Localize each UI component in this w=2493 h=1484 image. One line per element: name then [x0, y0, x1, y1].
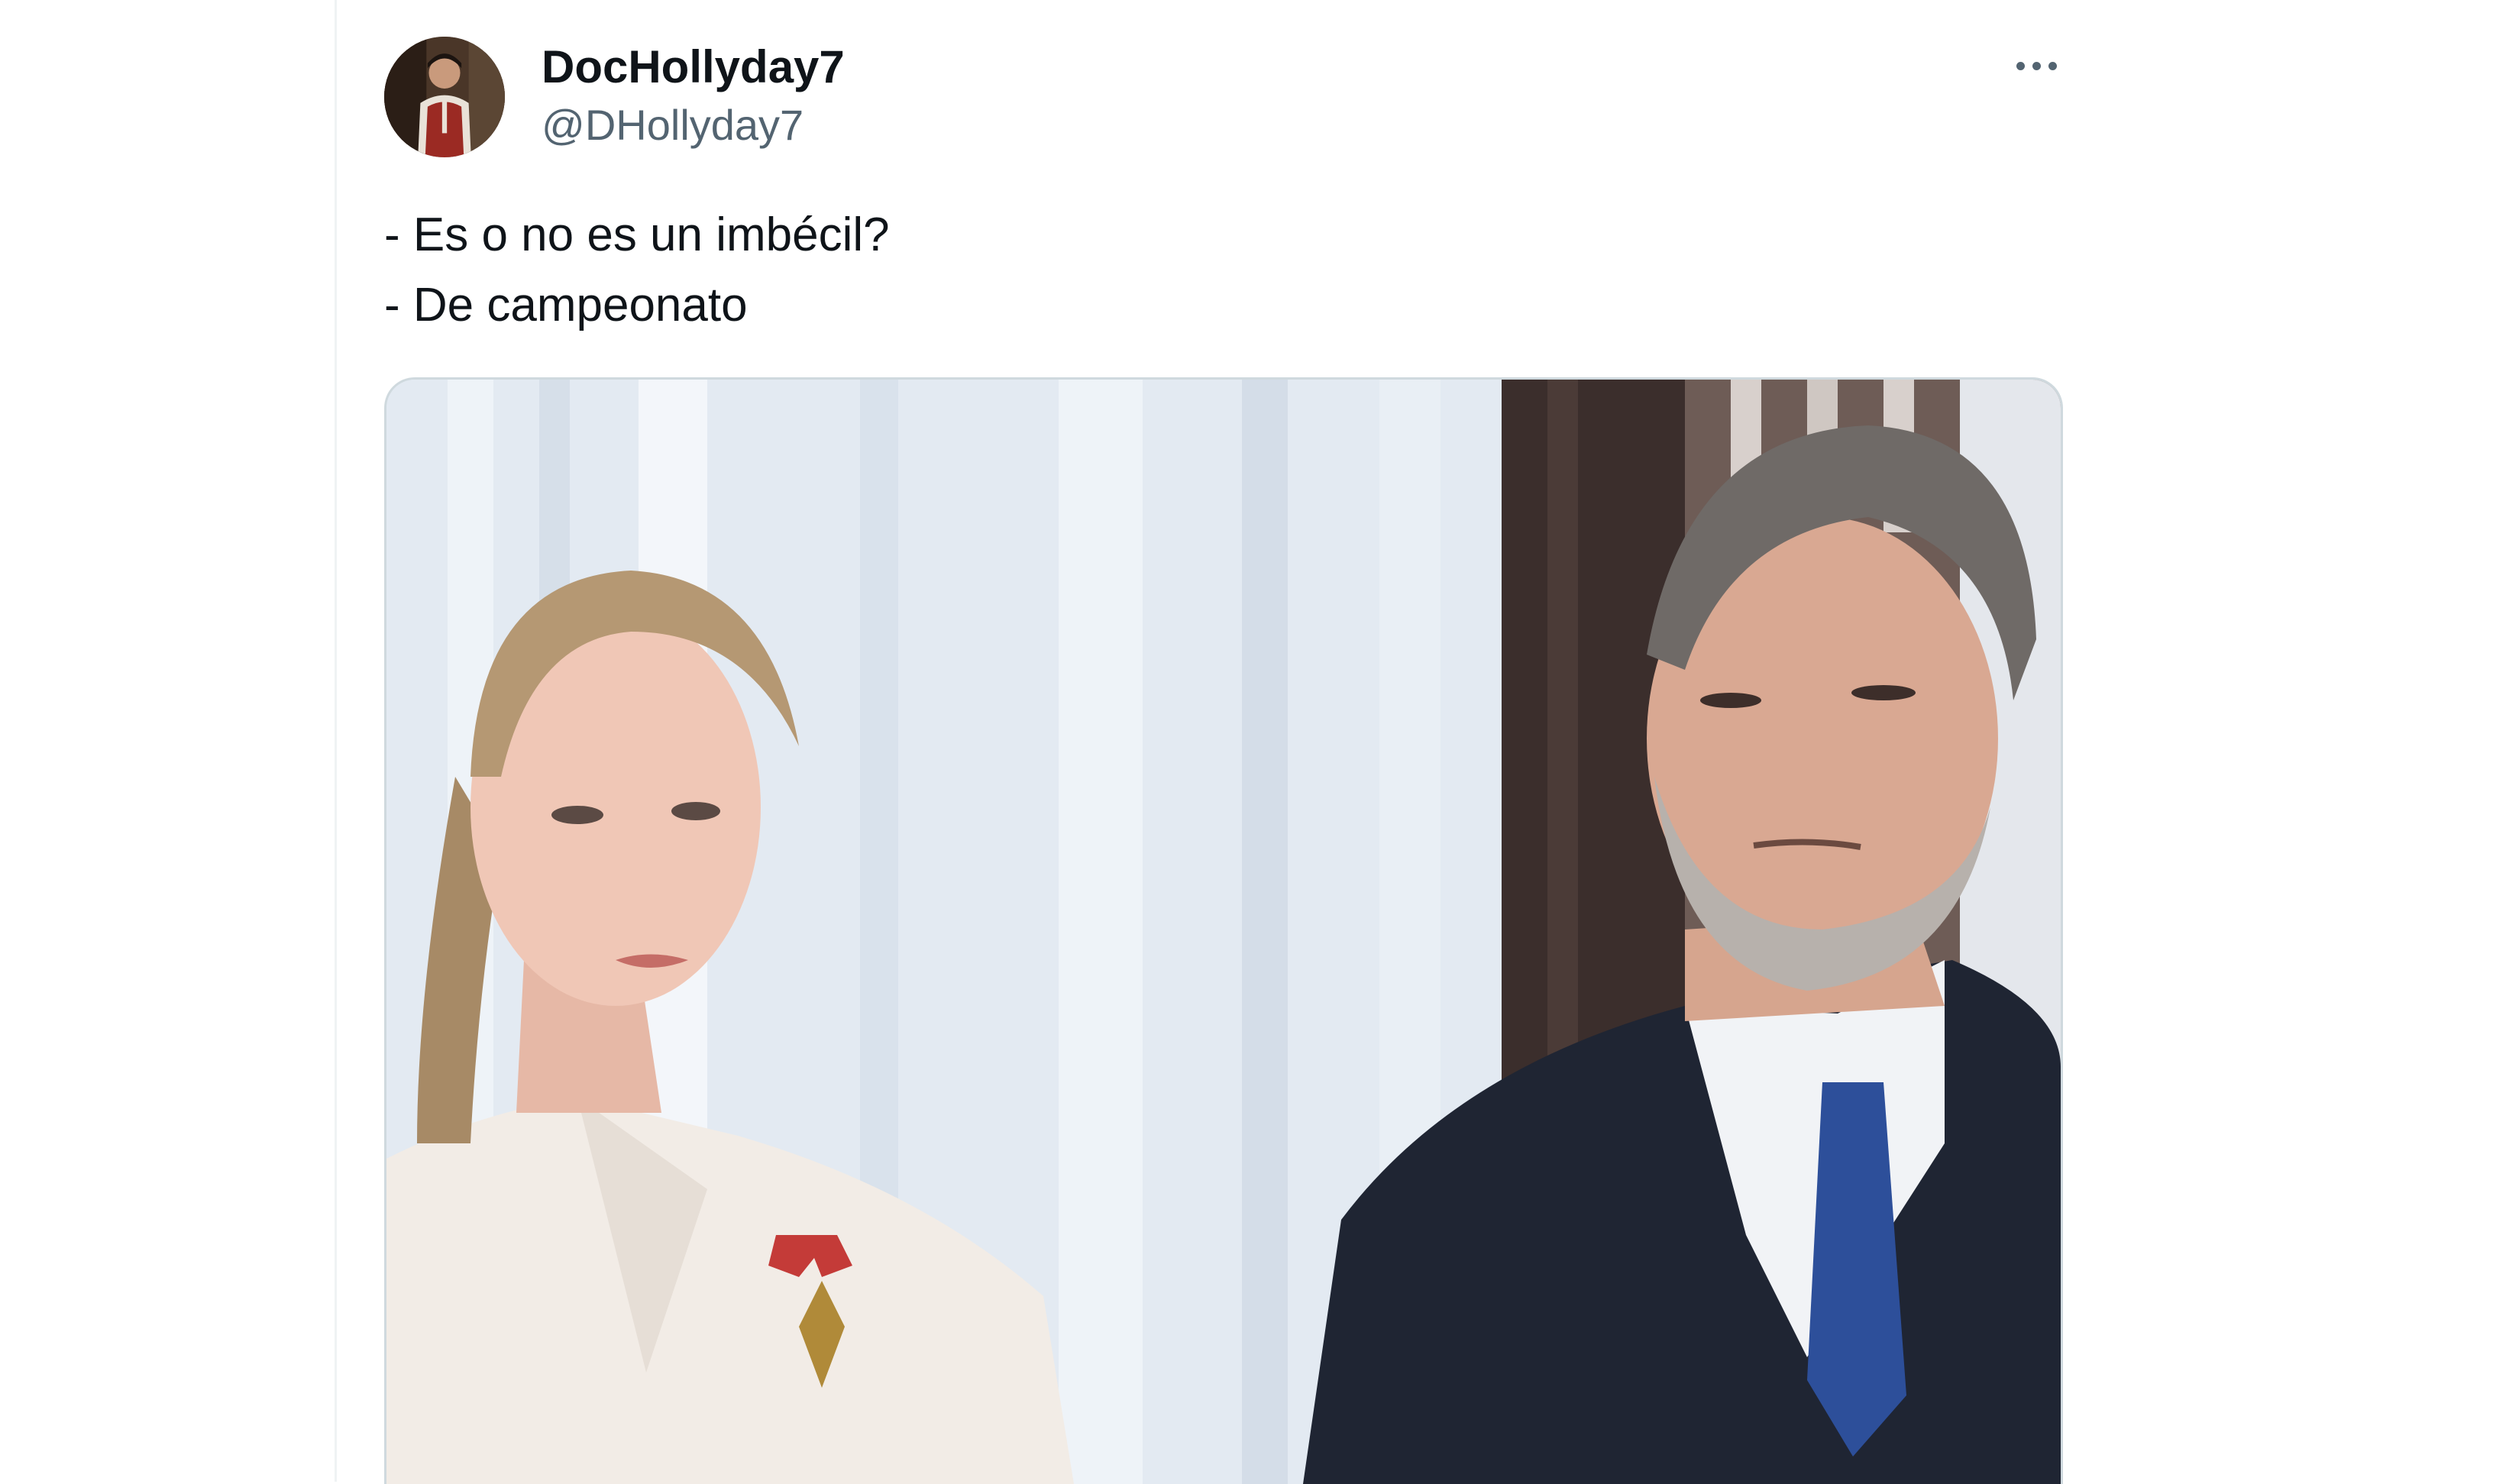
user-avatar-icon — [384, 37, 505, 157]
author-display-name[interactable]: DocHollyday7 — [542, 41, 845, 93]
tweet-text-line-2: - De campeonato — [384, 279, 748, 331]
tweet-text: - Es o no es un imbécil? - De campeonato — [384, 200, 1988, 341]
author-avatar[interactable] — [384, 37, 505, 157]
tweet-photo — [386, 380, 2061, 1484]
more-options-button[interactable] — [1994, 43, 2078, 89]
more-horizontal-icon-dot-3 — [2048, 61, 2057, 70]
tweet-card: DocHollyday7 @DHollyday7 - Es o no es un… — [335, 0, 2094, 1484]
tweet-media-image[interactable] — [384, 377, 2063, 1484]
more-horizontal-icon — [2016, 61, 2025, 70]
author-handle[interactable]: @DHollyday7 — [542, 101, 804, 150]
tweet-text-line-1: - Es o no es un imbécil? — [384, 209, 890, 261]
more-horizontal-icon-dot-2 — [2032, 61, 2041, 70]
